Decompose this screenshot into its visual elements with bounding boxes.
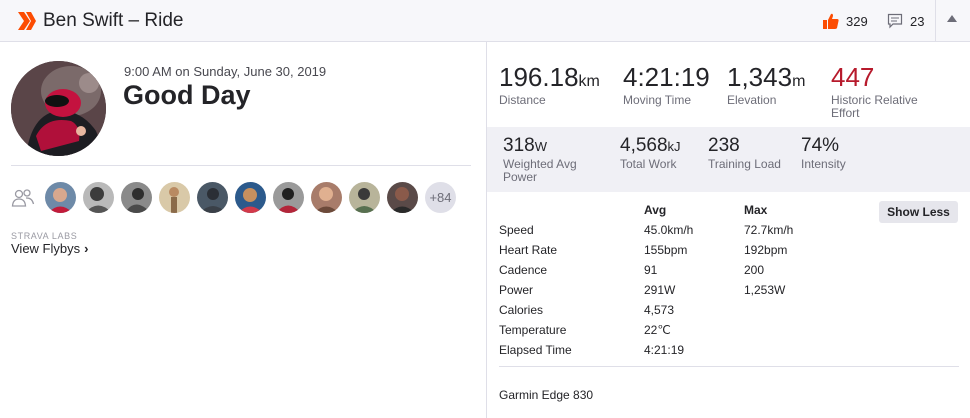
row-avg: 91 [644, 263, 658, 277]
stat-unit: W [534, 139, 547, 154]
activity-header: Ben Swift – Ride 329 23 [0, 0, 970, 42]
activity-datetime: 9:00 AM on Sunday, June 30, 2019 [124, 64, 327, 79]
row-avg: 155bpm [644, 243, 688, 257]
page-title: Ben Swift – Ride [43, 10, 184, 31]
stat-relative-effort[interactable]: 447 Historic Relative Effort [831, 62, 941, 120]
stat-label: Total Work [620, 157, 677, 171]
row-label: Cadence [499, 263, 548, 277]
row-label: Power [499, 283, 534, 297]
column-header-avg: Avg [644, 203, 667, 217]
row-max: 200 [744, 263, 765, 277]
stat-total-work: 4,568kJ Total Work [620, 135, 681, 171]
row-label: Elapsed Time [499, 343, 572, 357]
comment-count: 23 [910, 13, 925, 29]
stat-intensity: 74% Intensity [801, 135, 846, 171]
stat-value: 4:21:19 [623, 62, 710, 92]
stat-unit: m [792, 73, 806, 90]
stat-value: 196.18 [499, 62, 579, 92]
row-label: Speed [499, 223, 534, 237]
row-avg: 4,573 [644, 303, 675, 317]
table-row: Temperature 22℃ [499, 323, 959, 341]
comment-icon [887, 13, 903, 29]
group-riders-icon [11, 189, 35, 207]
athlete-avatar-thumb[interactable] [235, 182, 266, 213]
athlete-avatar-thumb[interactable] [349, 182, 380, 213]
left-divider [11, 165, 471, 166]
row-max: 1,253W [744, 283, 786, 297]
device-name: Garmin Edge 830 [499, 388, 594, 402]
stat-value: 4,568 [620, 135, 668, 156]
stat-label: Elevation [727, 93, 777, 107]
athlete-avatar-thumb[interactable] [387, 182, 418, 213]
details-divider [499, 366, 959, 367]
stat-moving-time: 4:21:19 Moving Time [623, 62, 710, 107]
table-row: Heart Rate 155bpm 192bpm [499, 243, 959, 261]
table-row: Calories 4,573 [499, 303, 959, 321]
stat-weighted-power: 318W Weighted Avg Power [503, 135, 598, 184]
row-label: Calories [499, 303, 544, 317]
more-athletes-count[interactable]: +84 [425, 182, 456, 213]
table-row: Power 291W 1,253W [499, 283, 959, 301]
table-row: Speed 45.0km/h 72.7km/h [499, 223, 959, 241]
row-avg: 22℃ [644, 323, 671, 337]
athlete-avatar[interactable] [11, 61, 106, 156]
stat-label: Distance [499, 93, 546, 107]
view-flybys-link[interactable]: View Flybys › [11, 241, 88, 256]
stat-unit: km [578, 73, 600, 90]
table-row: Cadence 91 200 [499, 263, 959, 281]
athlete-avatar-thumb[interactable] [273, 182, 304, 213]
kudos-count: 329 [846, 13, 868, 29]
stat-elevation: 1,343m Elevation [727, 62, 805, 107]
strava-labs-label: STRAVA LABS [11, 231, 78, 241]
thumbs-up-icon [823, 13, 839, 29]
athlete-avatar-thumb[interactable] [83, 182, 114, 213]
activity-name: Good Day [123, 80, 251, 110]
stat-distance: 196.18km Distance [499, 62, 600, 107]
athlete-avatar-thumb[interactable] [121, 182, 152, 213]
kudos-button[interactable]: 329 [822, 12, 868, 30]
athlete-avatar-thumb[interactable] [45, 182, 76, 213]
table-row: Elapsed Time 4:21:19 [499, 343, 959, 361]
stat-value: 238 [708, 135, 740, 156]
column-header-max: Max [744, 203, 768, 217]
stat-value: 1,343 [727, 62, 793, 92]
stat-label: Weighted Avg Power [503, 157, 577, 184]
row-avg: 291W [644, 283, 676, 297]
athlete-avatar-thumb[interactable] [159, 182, 190, 213]
show-less-button[interactable]: Show Less [879, 201, 958, 223]
strava-chevron-logo-icon[interactable] [17, 11, 37, 31]
row-label: Temperature [499, 323, 567, 337]
row-avg: 45.0km/h [644, 223, 694, 237]
collapse-arrow-icon[interactable] [947, 15, 957, 22]
athlete-avatar-thumb[interactable] [197, 182, 228, 213]
stat-value: 74% [801, 135, 840, 156]
panel-divider [486, 42, 487, 418]
stat-label: Moving Time [623, 93, 692, 107]
header-divider [935, 0, 936, 42]
athlete-avatar-thumb[interactable] [311, 182, 342, 213]
row-avg: 4:21:19 [644, 343, 685, 357]
comments-button[interactable]: 23 [887, 13, 924, 29]
row-label: Heart Rate [499, 243, 558, 257]
stat-value: 318 [503, 135, 535, 156]
stat-label: Historic Relative Effort [831, 93, 918, 120]
stat-value: 447 [831, 62, 875, 92]
stat-label: Training Load [708, 157, 781, 171]
chevron-right-icon: › [84, 241, 89, 256]
stat-unit: kJ [667, 139, 681, 154]
row-max: 72.7km/h [744, 223, 794, 237]
view-flybys-label: View Flybys [11, 241, 81, 256]
stat-training-load: 238 Training Load [708, 135, 781, 171]
stat-label: Intensity [801, 157, 846, 171]
row-max: 192bpm [744, 243, 788, 257]
group-athletes: +84 [45, 182, 456, 213]
